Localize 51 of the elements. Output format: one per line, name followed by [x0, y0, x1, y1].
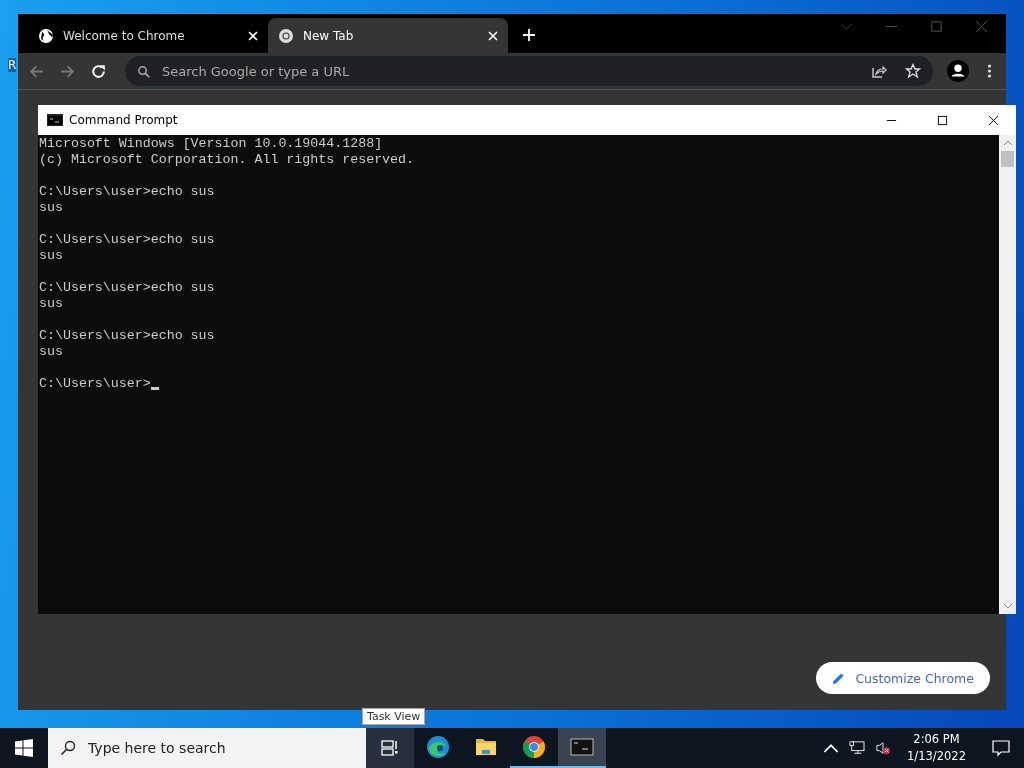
- chrome-logo-icon: [522, 735, 546, 759]
- console-line: sus: [39, 200, 63, 216]
- notifications-icon[interactable]: [992, 739, 1010, 757]
- tooltip: Task View: [362, 708, 426, 725]
- task-view-icon: [381, 740, 399, 756]
- taskbar-clock[interactable]: 2:06 PM 1/13/2022: [901, 731, 972, 765]
- new-tab-icon[interactable]: [522, 28, 536, 42]
- share-icon[interactable]: [871, 63, 887, 79]
- menu-icon[interactable]: [987, 63, 992, 79]
- search-icon: [137, 64, 150, 78]
- desktop-icon-label: R: [8, 58, 17, 72]
- taskbar-search-field[interactable]: Type here to search: [48, 728, 366, 768]
- terminal-icon: [570, 735, 594, 759]
- globe-icon: [38, 27, 54, 44]
- console-line: C:\Users\user>echo sus: [39, 232, 215, 248]
- terminal-icon: [47, 114, 63, 126]
- console-line: C:\Users\user>: [39, 376, 151, 392]
- console-line: Microsoft Windows [Version 10.0.19044.1288]: [39, 136, 383, 152]
- console-line: (c) Microsoft Corporation. All rights reserved.: [39, 152, 415, 168]
- browser-tab[interactable]: Welcome to Chrome: [28, 18, 268, 53]
- search-input[interactable]: Type here to search: [86, 739, 366, 757]
- taskbar-app-button[interactable]: [558, 728, 606, 768]
- pencil-icon: [832, 671, 846, 685]
- close-icon[interactable]: [988, 114, 999, 126]
- address-bar[interactable]: Search Google or type a URL: [125, 56, 933, 86]
- window-title: Command Prompt: [69, 113, 179, 127]
- scroll-thumb[interactable]: [1001, 151, 1014, 167]
- maximize-icon[interactable]: [937, 114, 948, 126]
- console-line: C:\Users\user>echo sus: [39, 328, 215, 344]
- reload-icon[interactable]: [90, 62, 107, 80]
- customize-chrome-button[interactable]: Customize Chrome: [816, 662, 990, 694]
- console-line: sus: [39, 344, 63, 360]
- console-line: sus: [39, 248, 63, 264]
- muted-speaker-icon[interactable]: [875, 741, 892, 755]
- scroll-down-icon[interactable]: [1002, 602, 1013, 610]
- console-line: sus: [39, 296, 63, 312]
- browser-tab[interactable]: New Tab: [268, 18, 508, 53]
- console-line: C:\Users\user>echo sus: [39, 184, 215, 200]
- scrollbar[interactable]: [999, 135, 1016, 614]
- star-icon[interactable]: [905, 63, 921, 79]
- network-icon[interactable]: [849, 741, 866, 755]
- profile-avatar-icon[interactable]: [947, 60, 969, 82]
- search-icon: [60, 740, 76, 756]
- windows-start-icon[interactable]: [15, 739, 33, 757]
- text-cursor: [150, 387, 159, 390]
- console-line: C:\Users\user>echo sus: [39, 280, 215, 296]
- address-input[interactable]: Search Google or type a URL: [160, 62, 853, 80]
- scroll-up-icon[interactable]: [1002, 139, 1013, 147]
- edge-logo-icon: [426, 735, 450, 759]
- task-view-button[interactable]: [366, 728, 414, 768]
- chrome-logo-icon: [278, 27, 294, 44]
